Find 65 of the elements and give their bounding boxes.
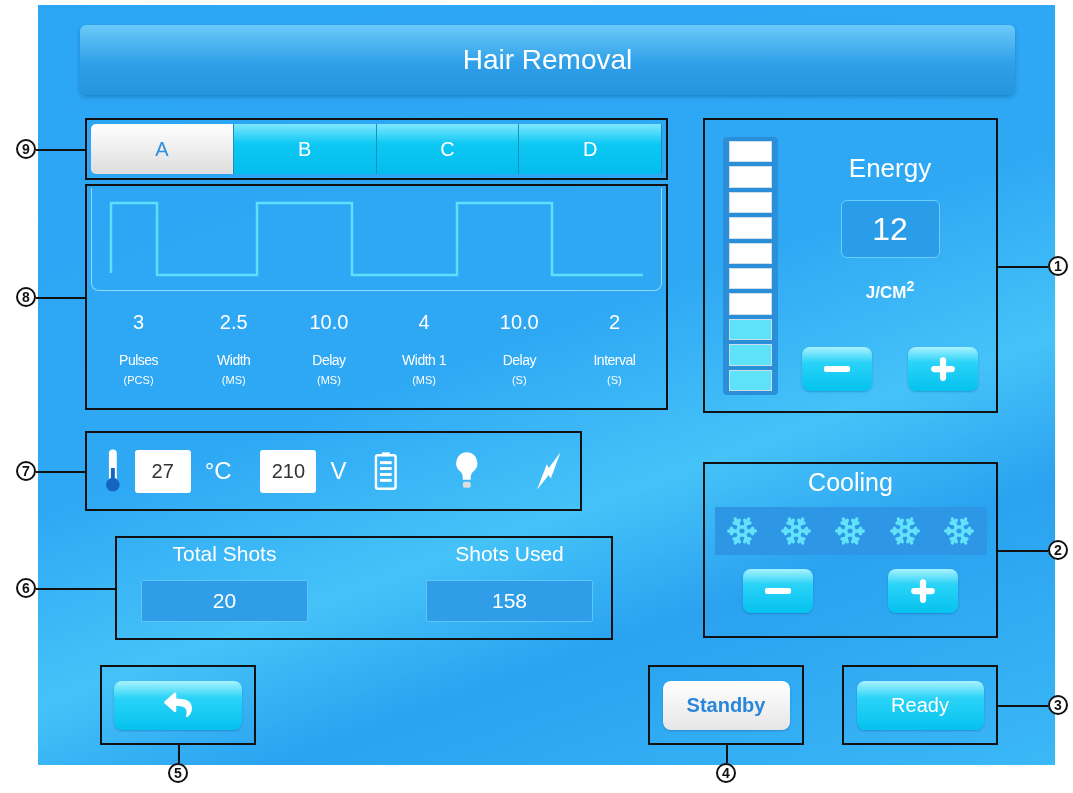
thermometer-icon xyxy=(105,448,121,494)
voltage-unit: V xyxy=(330,457,347,485)
snowflake-icon xyxy=(888,515,921,547)
snowflake-icon xyxy=(780,515,813,547)
callout-number: 6 xyxy=(16,578,36,598)
param-unit: (PCS) xyxy=(123,374,154,386)
param-unit: (S) xyxy=(607,374,622,386)
callout-number: 4 xyxy=(716,763,736,783)
callout-number: 9 xyxy=(16,139,36,159)
mode-button[interactable]: Standby xyxy=(662,680,790,730)
minus-button[interactable] xyxy=(743,569,813,613)
shots-value: 20 xyxy=(141,580,308,622)
param-label: Interval xyxy=(593,352,636,368)
snowflake-icon xyxy=(943,515,976,547)
param-label: Pulses xyxy=(119,352,159,368)
param-value: 10.0 xyxy=(309,311,349,334)
mode-tab[interactable]: C xyxy=(376,124,520,174)
back-arrow-icon xyxy=(164,691,192,719)
param-value: 2 xyxy=(608,311,620,334)
lightning-icon xyxy=(536,451,562,491)
param-unit: (MS) xyxy=(317,374,341,386)
mode-tab[interactable]: D xyxy=(519,124,662,174)
param-unit: (MS) xyxy=(221,374,246,386)
mode-tab[interactable]: A xyxy=(91,124,234,174)
plus-icon xyxy=(908,576,938,606)
callout-number: 7 xyxy=(16,461,36,481)
minus-icon xyxy=(824,366,850,372)
param-unit: (MS) xyxy=(412,374,436,386)
energy-value: 12 xyxy=(840,200,940,258)
param-value: 2.5 xyxy=(219,311,248,334)
mode-button[interactable]: Ready xyxy=(856,680,984,730)
callout-number: 3 xyxy=(1048,695,1068,715)
param-label: Width xyxy=(217,352,251,368)
screen-title: Hair Removal xyxy=(80,25,1015,95)
plus-icon xyxy=(928,354,958,384)
param-unit: (S) xyxy=(511,374,527,386)
param-label: Delay xyxy=(502,352,536,368)
mode-tab[interactable]: B xyxy=(233,124,377,174)
snowflake-icon xyxy=(834,515,867,547)
callout-number: 2 xyxy=(1048,540,1068,560)
plus-button[interactable] xyxy=(888,569,958,613)
battery-icon xyxy=(374,451,398,491)
voltage-value: 210 xyxy=(259,449,317,493)
energy-label: Energy xyxy=(848,153,932,184)
energy-unit: J/CM$^{2}$ xyxy=(865,278,915,303)
snowflake-icon xyxy=(725,515,758,547)
temperature-unit: °C xyxy=(204,457,232,485)
param-label: Delay xyxy=(312,352,346,368)
callout-number: 5 xyxy=(168,763,188,783)
callout-number: 8 xyxy=(16,287,36,307)
param-label: Width 1 xyxy=(402,352,447,368)
temperature-value: 27 xyxy=(134,449,191,493)
callout-number: 1 xyxy=(1048,255,1068,276)
shots-label: Total Shots xyxy=(172,542,277,566)
minus-button[interactable] xyxy=(802,347,872,391)
shots-label: Shots Used xyxy=(455,542,564,566)
param-value: 3 xyxy=(133,311,145,334)
back-button[interactable] xyxy=(114,680,242,730)
light-bulb-icon xyxy=(455,451,479,491)
plus-button[interactable] xyxy=(908,347,978,391)
cooling-label: Cooling xyxy=(808,468,893,497)
minus-icon xyxy=(765,588,791,594)
shots-value: 158 xyxy=(426,580,593,622)
param-value: 10.0 xyxy=(499,311,539,334)
param-value: 4 xyxy=(418,311,430,334)
